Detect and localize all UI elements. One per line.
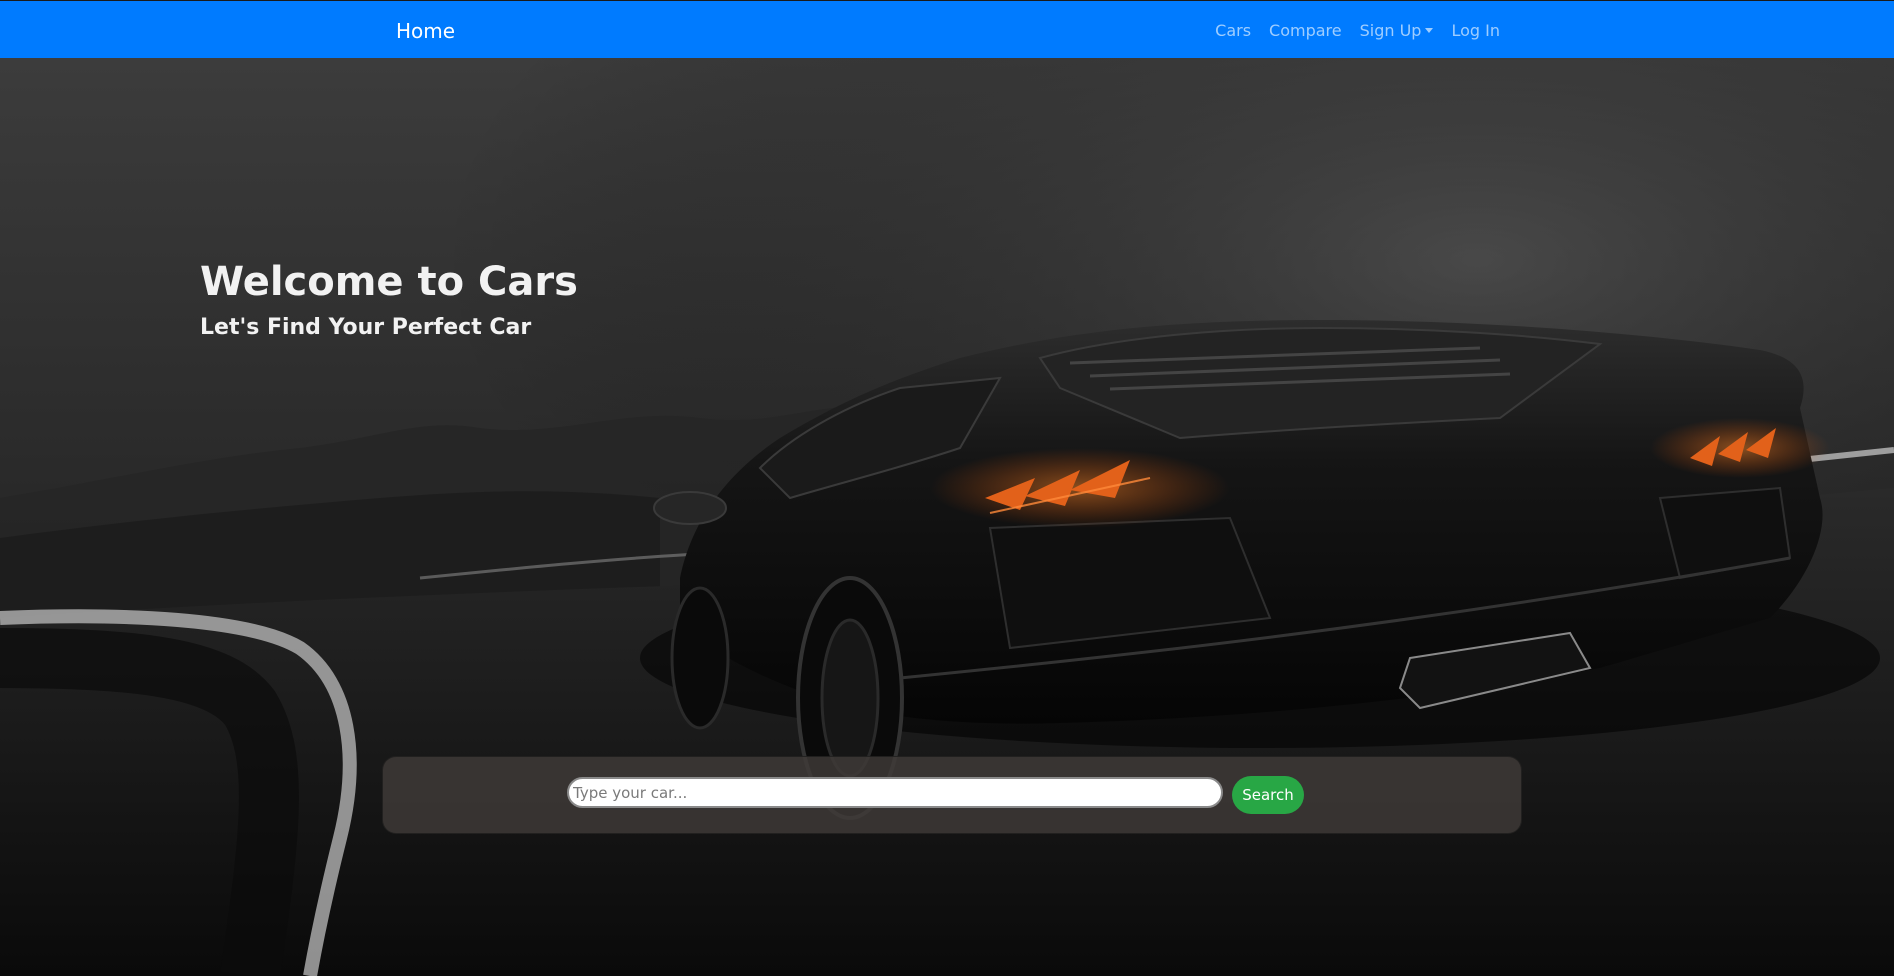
nav-dropdown-signup-label: Sign Up (1359, 21, 1422, 40)
navbar: Home Cars Compare Sign Up Log In (0, 0, 1894, 58)
hero-background-image (0, 58, 1894, 976)
hero-section: Welcome to Cars Let's Find Your Perfect … (0, 58, 1894, 976)
nav-link-login[interactable]: Log In (1451, 20, 1500, 42)
caret-down-icon (1425, 28, 1434, 33)
hero-subtitle: Let's Find Your Perfect Car (200, 315, 532, 340)
nav-link-compare[interactable]: Compare (1269, 20, 1342, 42)
search-input[interactable] (567, 777, 1223, 808)
nav-dropdown-signup[interactable]: Sign Up (1360, 20, 1434, 42)
search-button[interactable]: Search (1232, 776, 1304, 814)
home-brand-link[interactable]: Home (396, 19, 455, 43)
nav-links: Cars Compare Sign Up Log In (1215, 20, 1500, 42)
hero-title: Welcome to Cars (200, 259, 578, 305)
page: Home Cars Compare Sign Up Log In Welcome… (0, 0, 1894, 976)
nav-link-cars[interactable]: Cars (1215, 20, 1251, 42)
search-form: Search (382, 756, 1522, 834)
